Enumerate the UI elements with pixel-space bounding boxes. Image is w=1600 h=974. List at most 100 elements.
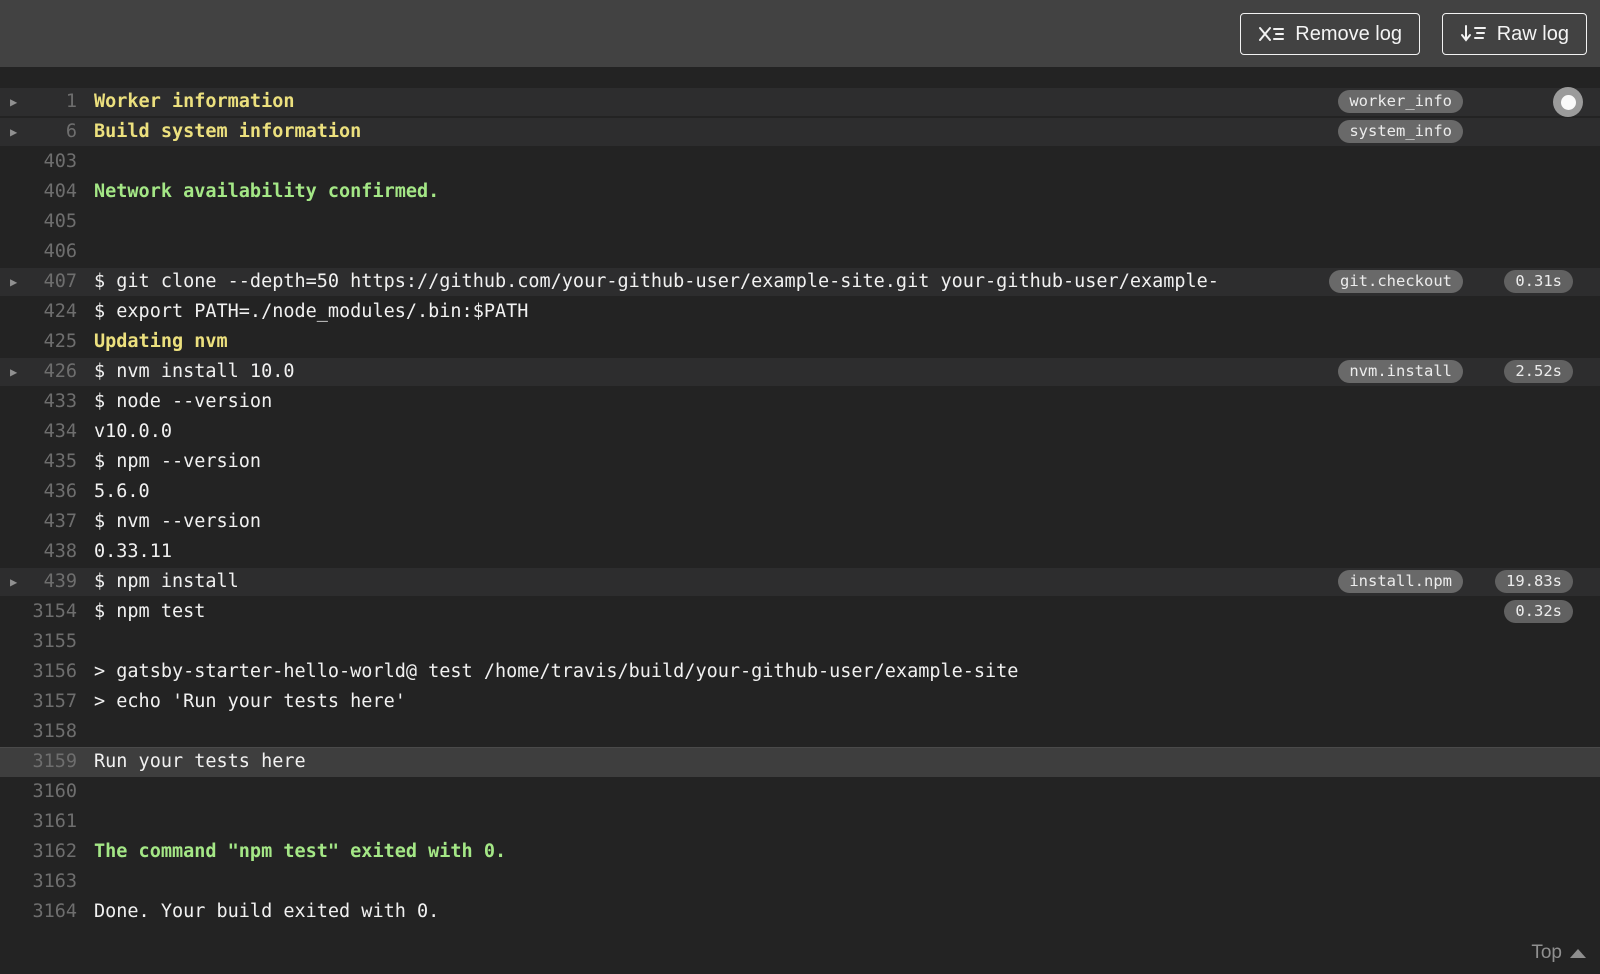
- log-line: 3157 > echo 'Run your tests here': [0, 687, 1600, 717]
- fold-toggle-icon[interactable]: ▶: [10, 117, 17, 147]
- raw-log-button[interactable]: Raw log: [1441, 13, 1587, 55]
- line-number[interactable]: 406: [0, 237, 77, 267]
- raw-log-icon: [1460, 24, 1486, 45]
- line-number[interactable]: 434: [0, 417, 77, 447]
- log-toolbar: Remove log Raw log: [0, 0, 1600, 67]
- log-line: 3163: [0, 867, 1600, 897]
- line-number[interactable]: 3155: [0, 627, 77, 657]
- line-text: 5.6.0: [94, 481, 150, 502]
- duration-badge: 2.52s: [1504, 360, 1573, 383]
- line-text: $ node --version: [94, 391, 273, 412]
- fold-toggle-icon[interactable]: ▶: [10, 567, 17, 597]
- build-log: ▶ 1 Worker information worker_info ▶ 6 Build s…: [0, 87, 1600, 927]
- line-number[interactable]: 405: [0, 207, 77, 237]
- log-line: 3161: [0, 807, 1600, 837]
- log-line: 424 $ export PATH=./node_modules/.bin:$PA…: [0, 297, 1600, 327]
- fold-name-badge: install.npm: [1338, 570, 1463, 593]
- log-line: 3159 Run your tests here: [0, 747, 1600, 777]
- line-text: Updating nvm: [94, 331, 228, 352]
- line-text: Done. Your build exited with 0.: [94, 901, 440, 922]
- line-text: [94, 147, 1600, 177]
- line-number[interactable]: 3162: [0, 837, 77, 867]
- line-number[interactable]: 403: [0, 147, 77, 177]
- line-number[interactable]: 3161: [0, 807, 77, 837]
- duration-badge: 0.32s: [1504, 600, 1573, 623]
- line-text: [94, 807, 1600, 837]
- line-text: $ npm test: [94, 601, 206, 622]
- log-line: 436 5.6.0: [0, 477, 1600, 507]
- log-line: 405: [0, 207, 1600, 237]
- raw-log-label: Raw log: [1496, 22, 1569, 45]
- line-number[interactable]: 435: [0, 447, 77, 477]
- line-text: [94, 777, 1600, 807]
- line-number[interactable]: 425: [0, 327, 77, 357]
- log-line: 433 $ node --version: [0, 387, 1600, 417]
- log-line: 437 $ nvm --version: [0, 507, 1600, 537]
- log-line: 3156 > gatsby-starter-hello-world@ test /…: [0, 657, 1600, 687]
- log-line: 3155: [0, 627, 1600, 657]
- duration-badge: 19.83s: [1495, 570, 1573, 593]
- line-text: [94, 717, 1600, 747]
- line-number[interactable]: 438: [0, 537, 77, 567]
- remove-log-label: Remove log: [1295, 22, 1402, 45]
- line-number[interactable]: 433: [0, 387, 77, 417]
- log-line: ▶ 1 Worker information worker_info: [0, 87, 1600, 117]
- log-line: 3158: [0, 717, 1600, 747]
- log-line: 3164 Done. Your build exited with 0.: [0, 897, 1600, 927]
- line-number[interactable]: 424: [0, 297, 77, 327]
- line-number[interactable]: 3157: [0, 687, 77, 717]
- log-line: ▶ 426 $ nvm install 10.0 nvm.install 2.52s: [0, 357, 1600, 387]
- line-text: [94, 627, 1600, 657]
- line-text: The command "npm test" exited with 0.: [94, 841, 507, 862]
- log-line: 404 Network availability confirmed.: [0, 177, 1600, 207]
- fold-name-badge: nvm.install: [1338, 360, 1463, 383]
- fold-name-badge: git.checkout: [1329, 270, 1463, 293]
- line-number[interactable]: 404: [0, 177, 77, 207]
- line-text: > echo 'Run your tests here': [94, 691, 406, 712]
- fold-toggle-icon[interactable]: ▶: [10, 87, 17, 117]
- line-text: > gatsby-starter-hello-world@ test /home…: [94, 661, 1019, 682]
- line-number[interactable]: 3163: [0, 867, 77, 897]
- follow-log-button[interactable]: [1553, 87, 1583, 117]
- log-line: 434 v10.0.0: [0, 417, 1600, 447]
- log-line: 435 $ npm --version: [0, 447, 1600, 477]
- fold-toggle-icon[interactable]: ▶: [10, 267, 17, 297]
- scroll-to-top-link[interactable]: Top: [1531, 942, 1586, 964]
- line-text: $ export PATH=./node_modules/.bin:$PATH: [94, 301, 529, 322]
- line-number[interactable]: 3154: [0, 597, 77, 627]
- log-line: ▶ 439 $ npm install install.npm 19.83s: [0, 567, 1600, 597]
- line-text: Run your tests here: [94, 751, 306, 772]
- top-label: Top: [1531, 942, 1562, 963]
- line-text: 0.33.11: [94, 541, 172, 562]
- fold-toggle-icon[interactable]: ▶: [10, 357, 17, 387]
- duration-badge: 0.31s: [1504, 270, 1573, 293]
- log-line: ▶ 6 Build system information system_info: [0, 117, 1600, 147]
- line-text: [94, 867, 1600, 897]
- log-line: 425 Updating nvm: [0, 327, 1600, 357]
- line-number[interactable]: 3156: [0, 657, 77, 687]
- remove-log-icon: [1258, 24, 1285, 45]
- line-text: [94, 207, 1600, 237]
- log-line: 3160: [0, 777, 1600, 807]
- line-text: $ nvm --version: [94, 511, 262, 532]
- log-line: 438 0.33.11: [0, 537, 1600, 567]
- line-text: $ npm --version: [94, 451, 262, 472]
- line-number[interactable]: 3164: [0, 897, 77, 927]
- line-number[interactable]: 437: [0, 507, 77, 537]
- line-text: v10.0.0: [94, 421, 172, 442]
- log-line: 406: [0, 237, 1600, 267]
- line-number[interactable]: 3158: [0, 717, 77, 747]
- line-text: Network availability confirmed.: [94, 181, 440, 202]
- arrow-up-icon: [1570, 948, 1586, 958]
- log-line: 403: [0, 147, 1600, 177]
- remove-log-button[interactable]: Remove log: [1240, 13, 1420, 55]
- fold-name-badge: system_info: [1338, 120, 1463, 143]
- fold-name-badge: worker_info: [1338, 90, 1463, 113]
- line-text: [94, 237, 1600, 267]
- log-line: 3162 The command "npm test" exited with 0…: [0, 837, 1600, 867]
- line-number[interactable]: 3160: [0, 777, 77, 807]
- line-number[interactable]: 436: [0, 477, 77, 507]
- log-line: ▶ 407 $ git clone --depth=50 https://githu…: [0, 267, 1600, 297]
- log-line: 3154 $ npm test 0.32s: [0, 597, 1600, 627]
- line-number[interactable]: 3159: [0, 747, 77, 777]
